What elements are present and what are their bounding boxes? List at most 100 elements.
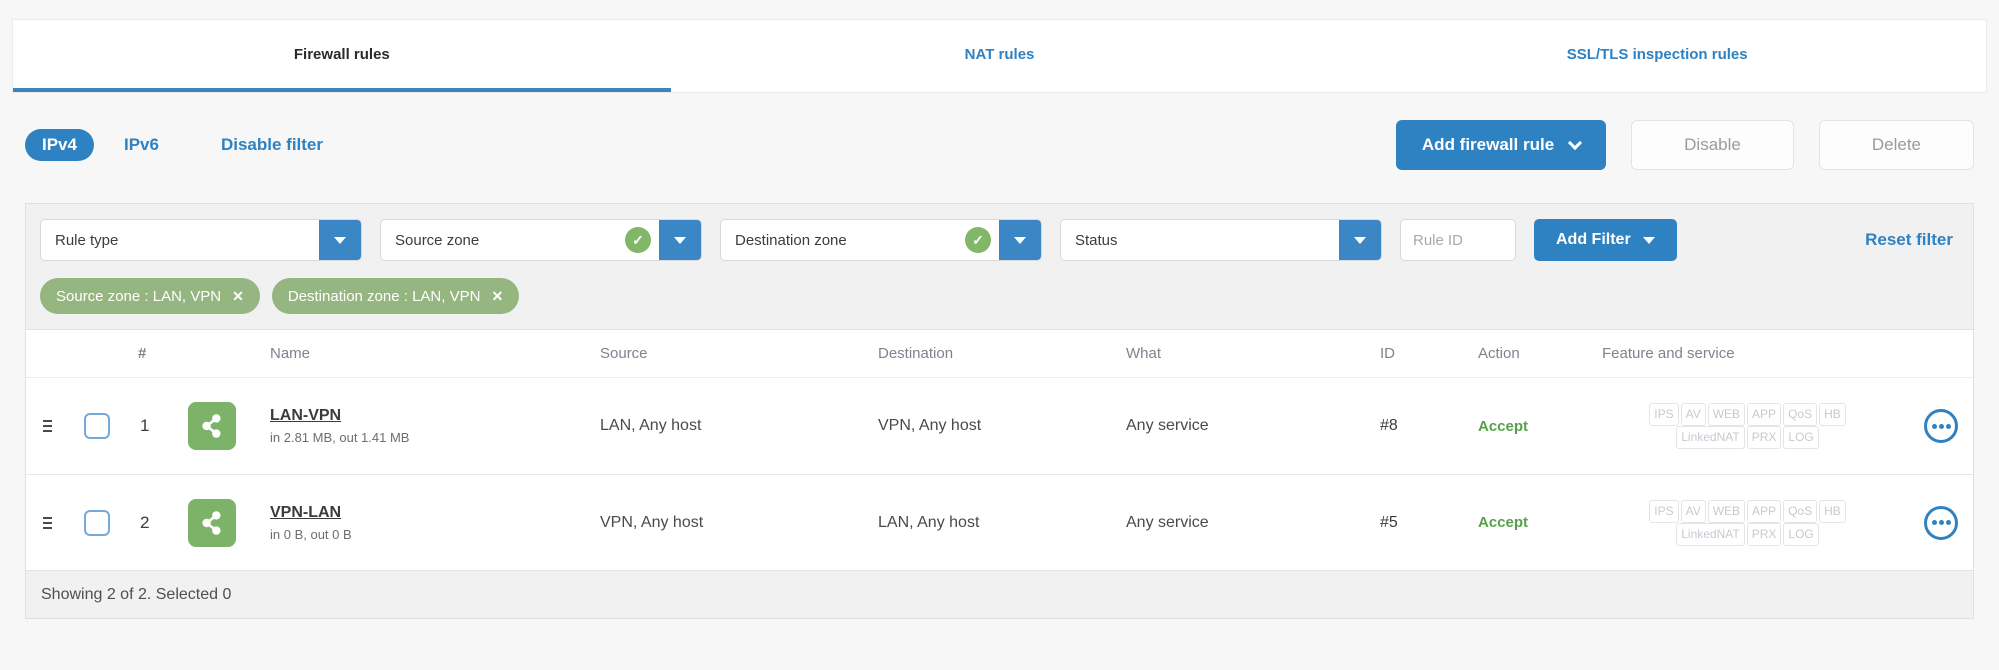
- rule-source: LAN, Any host: [600, 417, 702, 434]
- row-checkbox[interactable]: [84, 509, 110, 536]
- chevron-down-icon: [1642, 236, 1655, 244]
- rule-type-select[interactable]: Rule type: [40, 219, 362, 261]
- active-filter-tags: Source zone : LAN, VPN ✕ Destination zon…: [40, 278, 1959, 314]
- filter-tag-destination-zone: Destination zone : LAN, VPN ✕: [271, 278, 520, 314]
- rule-id-input[interactable]: [1400, 219, 1516, 261]
- rule-id: #8: [1380, 417, 1398, 434]
- row-number: 1: [140, 416, 150, 435]
- rule-id: #5: [1380, 513, 1398, 531]
- rule-source: VPN, Any host: [600, 513, 704, 531]
- status-select[interactable]: Status: [1060, 219, 1382, 261]
- filter-tag-label: Source zone : LAN, VPN: [56, 287, 222, 305]
- rule-name-link[interactable]: VPN-LAN: [270, 504, 341, 521]
- badge-qos: QoS: [1783, 499, 1818, 523]
- header-feature: Feature and service: [1602, 345, 1735, 362]
- header-number: #: [138, 345, 147, 362]
- row-checkbox[interactable]: [84, 413, 110, 439]
- reset-filter-link[interactable]: Reset filter: [1865, 230, 1959, 250]
- badge-linkednat: LinkedNAT: [1676, 522, 1745, 546]
- rule-action: Accept: [1478, 417, 1529, 435]
- toolbar-actions: Add firewall rule Disable Delete: [1395, 120, 1974, 170]
- header-id: ID: [1380, 345, 1395, 362]
- status-label: Status: [1075, 231, 1118, 249]
- chevron-down-icon: [674, 236, 686, 244]
- firewall-rules-page: Firewall rules NAT rules SSL/TLS inspect…: [0, 19, 1999, 619]
- dropdown-button[interactable]: [999, 220, 1041, 260]
- drag-handle-icon[interactable]: [42, 420, 52, 432]
- add-filter-button[interactable]: Add Filter: [1534, 219, 1677, 261]
- tab-label: Firewall rules: [293, 45, 390, 63]
- table-header: # Name Source Destination What ID Action…: [26, 330, 1973, 378]
- destination-zone-select[interactable]: Destination zone ✓: [720, 219, 1042, 261]
- tab-nat-rules[interactable]: NAT rules: [671, 20, 1329, 92]
- more-options-button[interactable]: [1924, 409, 1958, 443]
- badge-av: AV: [1680, 403, 1706, 426]
- badge-ips: IPS: [1649, 403, 1679, 426]
- source-zone-select[interactable]: Source zone ✓: [380, 219, 702, 261]
- rule-traffic: in 2.81 MB, out 1.41 MB: [270, 430, 410, 445]
- badge-qos: QoS: [1783, 403, 1818, 426]
- header-source: Source: [600, 345, 648, 362]
- ellipsis-icon: [1931, 423, 1937, 429]
- rule-type-label: Rule type: [55, 231, 119, 249]
- badge-linkednat: LinkedNAT: [1676, 426, 1745, 449]
- badge-av: AV: [1680, 499, 1706, 523]
- rule-name-cell: LAN-VPN in 2.81 MB, out 1.41 MB: [270, 407, 600, 445]
- badge-web: WEB: [1707, 499, 1746, 523]
- chevron-down-icon: [1568, 135, 1583, 150]
- filter-section: Rule type Source zone ✓ Destination zone…: [26, 204, 1973, 330]
- disable-filter-link[interactable]: Disable filter: [221, 135, 323, 155]
- badge-hb: HB: [1819, 499, 1846, 523]
- header-name: Name: [270, 345, 311, 362]
- table-footer: Showing 2 of 2. Selected 0: [26, 570, 1973, 618]
- rule-action: Accept: [1478, 514, 1529, 531]
- footer-status-text: Showing 2 of 2. Selected 0: [41, 585, 232, 603]
- tab-firewall-rules[interactable]: Firewall rules: [13, 20, 671, 92]
- close-icon[interactable]: ✕: [232, 288, 244, 305]
- check-circle-icon: ✓: [625, 227, 651, 253]
- chevron-down-icon: [1354, 236, 1366, 244]
- badge-app: APP: [1747, 403, 1782, 426]
- close-icon[interactable]: ✕: [491, 288, 503, 305]
- dropdown-button[interactable]: [319, 220, 361, 260]
- row-number: 2: [140, 512, 150, 532]
- feature-badges: IPS AV WEB APP QoS HB LinkedNAT PRX LOG: [1586, 499, 1909, 546]
- check-circle-icon: ✓: [965, 227, 991, 253]
- ipv6-toggle[interactable]: IPv6: [124, 135, 159, 155]
- tab-ssl-tls-inspection-rules[interactable]: SSL/TLS inspection rules: [1328, 20, 1986, 92]
- badge-app: APP: [1747, 499, 1782, 523]
- badge-log: LOG: [1783, 522, 1819, 546]
- chevron-down-icon: [1014, 236, 1026, 244]
- chevron-down-icon: [334, 236, 346, 244]
- dropdown-button[interactable]: [659, 220, 701, 260]
- tab-label: NAT rules: [964, 45, 1035, 63]
- rule-name-cell: VPN-LAN in 0 B, out 0 B: [270, 504, 600, 542]
- badge-prx: PRX: [1746, 426, 1782, 449]
- badge-ips: IPS: [1649, 499, 1679, 523]
- rule-destination: VPN, Any host: [878, 417, 982, 434]
- header-action: Action: [1478, 345, 1520, 362]
- rule-name-link[interactable]: LAN-VPN: [270, 407, 341, 424]
- badge-log: LOG: [1783, 426, 1819, 449]
- disable-button[interactable]: Disable: [1631, 120, 1794, 170]
- network-rule-icon: [188, 498, 236, 547]
- header-destination: Destination: [878, 345, 954, 362]
- rules-panel: Rule type Source zone ✓ Destination zone…: [25, 203, 1974, 619]
- network-rule-icon: [188, 402, 236, 450]
- toolbar: IPv4 IPv6 Disable filter Add firewall ru…: [25, 120, 1974, 170]
- more-options-button[interactable]: [1924, 505, 1958, 540]
- filter-tag-source-zone: Source zone : LAN, VPN ✕: [40, 278, 260, 314]
- badge-web: WEB: [1707, 403, 1746, 426]
- rule-what: Any service: [1126, 417, 1209, 434]
- table-row: 2 VPN-LAN in 0 B, out 0 B VPN, Any host …: [26, 474, 1973, 570]
- rule-destination: LAN, Any host: [878, 513, 980, 531]
- filter-tag-label: Destination zone : LAN, VPN: [287, 287, 481, 305]
- dropdown-button[interactable]: [1339, 220, 1381, 260]
- drag-handle-icon[interactable]: [42, 516, 52, 529]
- rule-traffic: in 0 B, out 0 B: [270, 526, 352, 542]
- feature-badges: IPS AV WEB APP QoS HB LinkedNAT PRX LOG: [1586, 403, 1909, 449]
- delete-button[interactable]: Delete: [1818, 120, 1974, 170]
- ipv4-toggle[interactable]: IPv4: [25, 129, 94, 161]
- badge-hb: HB: [1819, 403, 1846, 426]
- add-firewall-rule-button[interactable]: Add firewall rule: [1395, 120, 1607, 170]
